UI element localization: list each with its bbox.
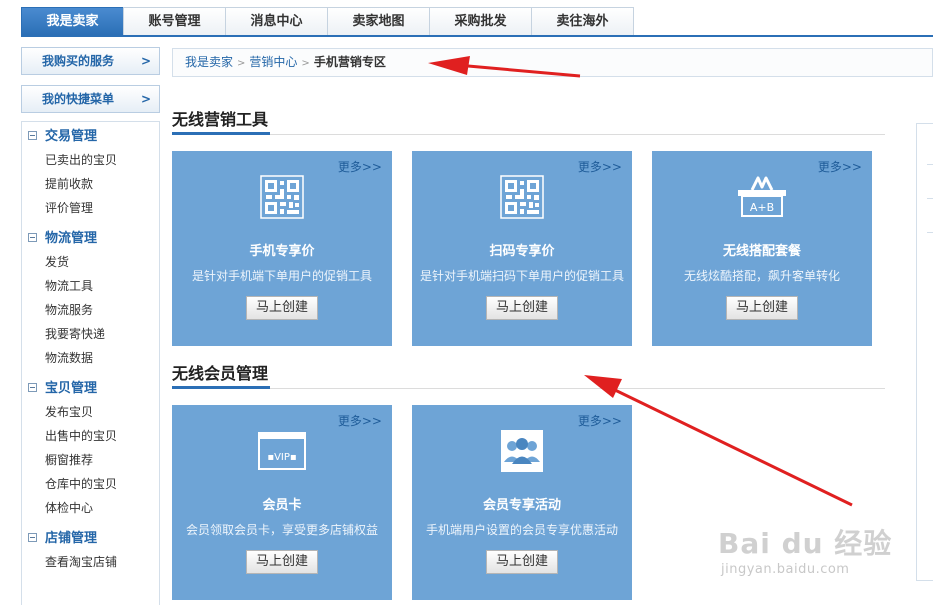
sidebar-item-early-payment[interactable]: 提前收款: [22, 172, 159, 196]
sidebar-item-express[interactable]: 我要寄快递: [22, 322, 159, 346]
collapse-icon: [28, 131, 37, 140]
tab-seller-map[interactable]: 卖家地图: [327, 7, 430, 35]
more-link[interactable]: 更多>>: [338, 158, 382, 175]
create-button[interactable]: 马上创建: [246, 550, 318, 574]
sidebar-item-publish[interactable]: 发布宝贝: [22, 400, 159, 424]
breadcrumb-separator: >: [301, 58, 310, 69]
create-button[interactable]: 马上创建: [246, 296, 318, 320]
qr-code-icon: [260, 175, 304, 219]
breadcrumb-link-seller[interactable]: 我是卖家: [185, 55, 233, 69]
more-link[interactable]: 更多>>: [578, 158, 622, 175]
card-description: 无线炫酷搭配，飙升客单转化: [683, 269, 840, 283]
sidebar-item-on-sale[interactable]: 出售中的宝贝: [22, 424, 159, 448]
breadcrumb-current: 手机营销专区: [313, 55, 386, 69]
my-shortcuts-label: 我的快捷菜单: [42, 92, 115, 106]
more-link[interactable]: 更多>>: [338, 412, 382, 429]
panel-divider: [927, 164, 933, 165]
more-link[interactable]: 更多>>: [818, 158, 862, 175]
create-button[interactable]: 马上创建: [486, 296, 558, 320]
tab-overseas[interactable]: 卖往海外: [531, 7, 634, 35]
sidebar-item-ship[interactable]: 发货: [22, 250, 159, 274]
combo-icon-text: A+B: [750, 201, 774, 214]
card-member-card: 更多>> ▪VIP▪ 会员卡 会员领取会员卡，享受更多店铺权益 马上创建: [172, 405, 392, 600]
sidebar-item-showcase[interactable]: 橱窗推荐: [22, 448, 159, 472]
sidebar-item-logistics-tools[interactable]: 物流工具: [22, 274, 159, 298]
breadcrumb: 我是卖家 > 营销中心 > 手机营销专区: [172, 48, 933, 77]
watermark-logo: Bai du 经验: [718, 527, 893, 560]
more-link[interactable]: 更多>>: [578, 412, 622, 429]
card-combo-package: 更多>> A+B 无线搭配套餐 无线炫酷搭配，飙升客单转化 马上创建: [652, 151, 872, 346]
sidebar-menu: 交易管理 已卖出的宝贝 提前收款 评价管理 物流管理 发货 物流工具 物流服务 …: [21, 121, 160, 605]
sidebar-item-logistics-data[interactable]: 物流数据: [22, 346, 159, 370]
chevron-right-icon: >: [140, 54, 151, 68]
sidebar-item-logistics-service[interactable]: 物流服务: [22, 298, 159, 322]
section-title-wireless-members: 无线会员管理: [172, 363, 885, 389]
chevron-right-icon: >: [140, 92, 151, 106]
card-description: 会员领取会员卡，享受更多店铺权益: [185, 523, 378, 537]
create-button[interactable]: 马上创建: [486, 550, 558, 574]
card-title: 会员专享活动: [482, 498, 561, 513]
collapse-icon: [28, 533, 37, 542]
baidu-watermark: Bai du 经验 jingyan.baidu.com: [718, 522, 918, 582]
watermark-url: jingyan.baidu.com: [721, 562, 850, 577]
menu-group-trade: 交易管理 已卖出的宝贝 提前收款 评价管理: [22, 126, 159, 220]
card-description: 手机端用户设置的会员专享优惠活动: [425, 523, 618, 537]
card-mobile-price: 更多>> 手机专享价 是针对手机端下单用户的促销工具 马上创建: [172, 151, 392, 346]
annotation-arrow-line: [614, 388, 853, 507]
card-description: 是针对手机端下单用户的促销工具: [191, 269, 372, 283]
collapse-icon: [28, 383, 37, 392]
breadcrumb-separator: >: [237, 58, 246, 69]
section-title-wireless-tools: 无线营销工具: [172, 109, 885, 135]
sidebar-item-sold[interactable]: 已卖出的宝贝: [22, 148, 159, 172]
create-button[interactable]: 马上创建: [726, 296, 798, 320]
menu-group-header[interactable]: 物流管理: [22, 228, 159, 250]
my-services-button[interactable]: 我购买的服务 >: [21, 47, 160, 75]
card-title: 手机专享价: [249, 244, 315, 259]
top-nav: 我是卖家 账号管理 消息中心 卖家地图 采购批发 卖往海外: [21, 7, 933, 37]
card-description: 是针对手机端扫码下单用户的促销工具: [419, 269, 624, 283]
panel-divider: [927, 232, 933, 233]
menu-group-shop: 店铺管理 查看淘宝店铺: [22, 528, 159, 574]
combo-basket-icon: A+B: [738, 176, 786, 217]
breadcrumb-link-marketing[interactable]: 营销中心: [249, 55, 297, 69]
sidebar-item-warehouse[interactable]: 仓库中的宝贝: [22, 472, 159, 496]
members-group-icon: [501, 430, 543, 472]
collapse-icon: [28, 233, 37, 242]
card-title: 扫码专享价: [489, 244, 555, 259]
tab-seller[interactable]: 我是卖家: [21, 7, 124, 35]
card-member-activity: 更多>> 会员专享活动 手机端用户设置的会员专享优惠活动 马上创建: [412, 405, 632, 600]
qr-code-icon: [500, 175, 544, 219]
tab-account[interactable]: 账号管理: [123, 7, 226, 35]
right-panel: [916, 123, 933, 581]
tab-messages[interactable]: 消息中心: [225, 7, 328, 35]
menu-group-header[interactable]: 店铺管理: [22, 528, 159, 550]
vip-card-icon: ▪VIP▪: [258, 432, 306, 470]
tab-wholesale[interactable]: 采购批发: [429, 7, 532, 35]
card-title: 会员卡: [262, 498, 302, 513]
my-shortcuts-button[interactable]: 我的快捷菜单 >: [21, 85, 160, 113]
card-title: 无线搭配套餐: [722, 244, 801, 259]
sidebar-item-view-shop[interactable]: 查看淘宝店铺: [22, 550, 159, 574]
panel-divider: [927, 198, 933, 199]
menu-group-header[interactable]: 宝贝管理: [22, 378, 159, 400]
sidebar-item-reviews[interactable]: 评价管理: [22, 196, 159, 220]
vip-icon-text: ▪VIP▪: [267, 452, 296, 463]
menu-group-logistics: 物流管理 发货 物流工具 物流服务 我要寄快递 物流数据: [22, 228, 159, 370]
menu-group-header[interactable]: 交易管理: [22, 126, 159, 148]
menu-group-items: 宝贝管理 发布宝贝 出售中的宝贝 橱窗推荐 仓库中的宝贝 体检中心: [22, 378, 159, 520]
sidebar-item-health-check[interactable]: 体检中心: [22, 496, 159, 520]
my-services-label: 我购买的服务: [42, 54, 115, 68]
card-scan-price: 更多>> 扫码专享价 是针对手机端扫码下单用户的促销工具 马上创建: [412, 151, 632, 346]
